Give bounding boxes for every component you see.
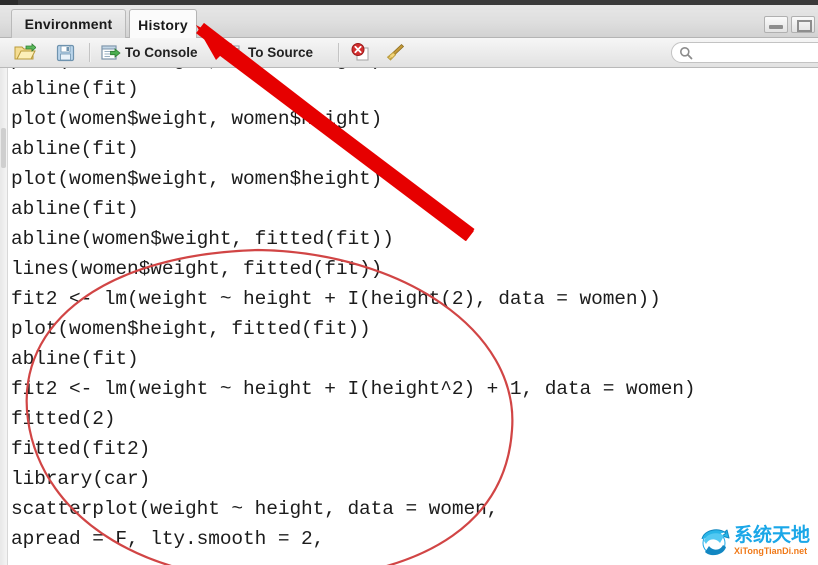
clear-all-button[interactable]	[385, 41, 409, 64]
save-disk-icon	[56, 43, 75, 62]
history-command-list[interactable]: plot(women$weight, women$height)abline(f…	[11, 68, 818, 554]
toolbar-divider-1	[89, 43, 91, 62]
history-line[interactable]: scatterplot(weight ~ height, data = wome…	[11, 494, 818, 524]
scrollbar-thumb[interactable]	[1, 128, 6, 168]
watermark-en: XiTongTianDi.net	[734, 546, 808, 556]
tab-environment-label: Environment	[24, 16, 113, 32]
site-watermark: 系统天地 XiTongTianDi.net	[698, 521, 810, 561]
history-line[interactable]: fit2 <- lm(weight ~ height + I(height^2)…	[11, 374, 818, 404]
history-line[interactable]: abline(women$weight, fitted(fit))	[11, 224, 818, 254]
search-box[interactable]	[671, 42, 818, 63]
history-line[interactable]: library(car)	[11, 464, 818, 494]
to-console-icon	[101, 44, 121, 62]
history-line[interactable]: apread = F, lty.smooth = 2,	[11, 524, 818, 554]
to-console-button[interactable]: To Console	[101, 41, 198, 64]
minimize-icon[interactable]	[764, 16, 788, 33]
window-controls	[764, 16, 815, 33]
remove-entry-button[interactable]	[350, 41, 376, 64]
search-input[interactable]	[697, 44, 818, 61]
tab-history-label: History	[138, 16, 188, 33]
folder-open-icon	[14, 43, 36, 62]
to-source-button[interactable]: To Source	[222, 41, 313, 64]
history-line[interactable]: plot(women$weight, women$height)	[11, 104, 818, 134]
watermark-text: 系统天地 XiTongTianDi.net	[734, 526, 810, 556]
globe-arrow-logo-icon	[698, 525, 730, 557]
history-line[interactable]: lines(women$weight, fitted(fit))	[11, 254, 818, 284]
history-scroll-gutter[interactable]	[0, 68, 8, 565]
search-icon	[679, 46, 693, 60]
watermark-cn: 系统天地	[734, 524, 811, 546]
save-history-button[interactable]	[56, 41, 79, 64]
to-source-icon	[222, 44, 244, 62]
history-list-pane[interactable]: plot(women$weight, women$height)abline(f…	[0, 68, 818, 565]
tab-history[interactable]: History	[129, 9, 197, 39]
maximize-icon[interactable]	[791, 16, 815, 33]
history-line[interactable]: abline(fit)	[11, 74, 818, 104]
history-line[interactable]: fit2 <- lm(weight ~ height + I(height(2)…	[11, 284, 818, 314]
history-line[interactable]: abline(fit)	[11, 134, 818, 164]
rstudio-history-panel: Environment History To Console To Source…	[0, 0, 818, 565]
history-line[interactable]: abline(fit)	[11, 194, 818, 224]
right-edge-mask	[812, 505, 818, 565]
clear-all-broom-icon	[385, 43, 405, 62]
panel-tabbar: Environment History	[0, 5, 818, 39]
history-line[interactable]: abline(fit)	[11, 344, 818, 374]
history-line[interactable]: fitted(2)	[11, 404, 818, 434]
history-line[interactable]: plot(women$weight, women$height)	[11, 164, 818, 194]
history-line[interactable]: plot(women$height, fitted(fit))	[11, 314, 818, 344]
toolbar-divider-2	[338, 43, 340, 62]
remove-entry-icon	[350, 43, 372, 62]
to-console-label: To Console	[125, 45, 198, 60]
open-history-button[interactable]	[14, 41, 40, 64]
tab-environment[interactable]: Environment	[11, 9, 126, 38]
history-line[interactable]: fitted(fit2)	[11, 434, 818, 464]
to-source-label: To Source	[248, 45, 314, 60]
